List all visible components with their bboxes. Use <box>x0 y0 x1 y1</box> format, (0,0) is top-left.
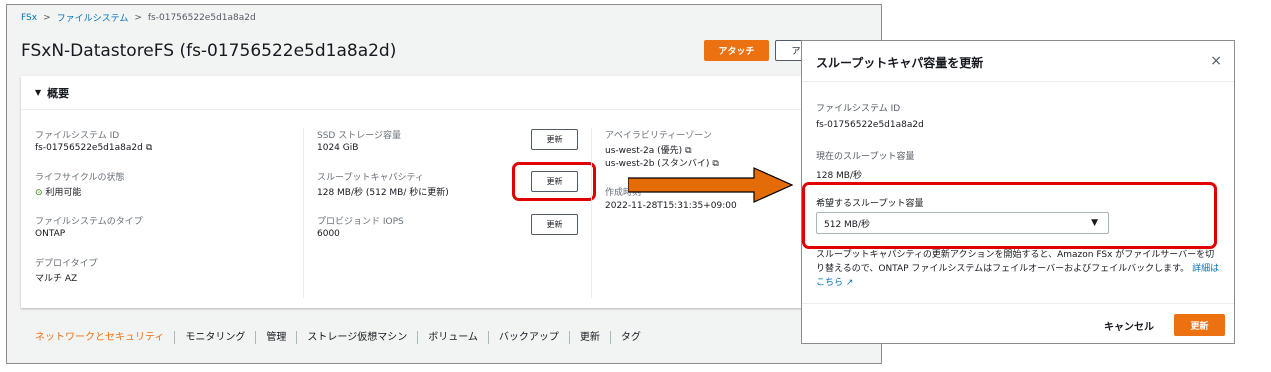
breadcrumb: FSx > ファイルシステム > fs-01756522e5d1a8a2d <box>21 11 256 25</box>
modal-title: スループットキャパ容量を更新 <box>816 56 984 70</box>
update-button[interactable]: 更新 <box>1174 314 1225 336</box>
throughput-label: スループットキャパシティ <box>317 173 424 183</box>
breadcrumb-current: fs-01756522e5d1a8a2d <box>147 12 256 23</box>
page-title: FSxN-DatastoreFS (fs-01756522e5d1a8a2d) <box>21 41 397 61</box>
cancel-button[interactable]: キャンセル <box>1104 318 1154 333</box>
tab-updates[interactable]: 更新 <box>570 331 611 344</box>
modal-fs-id-label: ファイルシステム ID <box>816 104 901 114</box>
highlight-box <box>802 182 1217 249</box>
close-icon[interactable]: × <box>1210 53 1222 69</box>
az-primary: us-west-2a (優先) ⧉ <box>605 146 692 156</box>
column-divider <box>591 128 592 298</box>
summary-header[interactable]: ▼ 概要 <box>21 76 869 110</box>
modal-divider <box>802 81 1234 82</box>
column-divider <box>303 128 304 298</box>
deploy-type-label: デプロイタイプ <box>35 259 98 269</box>
breadcrumb-fsx-link[interactable]: FSx <box>21 13 37 23</box>
fs-id-label: ファイルシステム ID <box>35 131 120 141</box>
az-label: アベイラビリティーゾーン <box>605 131 712 141</box>
update-storage-button[interactable]: 更新 <box>531 129 578 150</box>
check-circle-icon: ⊙ <box>35 188 43 198</box>
summary-heading: 概要 <box>47 86 70 100</box>
tab-monitoring[interactable]: モニタリング <box>175 331 257 344</box>
tab-backups[interactable]: バックアップ <box>489 331 570 344</box>
detail-tabs: ネットワークとセキュリティ モニタリング 管理 ストレージ仮想マシン ボリューム… <box>35 331 651 344</box>
update-iops-button[interactable]: 更新 <box>531 214 578 235</box>
throughput-value: 128 MB/秒 (512 MB/ 秒に更新) <box>317 188 449 198</box>
collapse-caret-icon: ▼ <box>35 88 42 97</box>
ssd-storage-label: SSD ストレージ容量 <box>317 131 402 141</box>
fs-id-value: fs-01756522e5d1a8a2d ⧉ <box>35 143 153 153</box>
current-throughput-value: 128 MB/秒 <box>816 171 863 181</box>
external-link-icon: ↗ <box>845 278 854 288</box>
tab-volumes[interactable]: ボリューム <box>418 331 489 344</box>
copy-icon[interactable]: ⧉ <box>146 143 152 153</box>
breadcrumb-filesystems-link[interactable]: ファイルシステム <box>57 11 129 24</box>
highlight-box <box>512 162 596 201</box>
arrow-right-icon <box>628 167 794 203</box>
current-throughput-label: 現在のスループット容量 <box>816 152 915 162</box>
breadcrumb-separator: > <box>43 12 51 23</box>
modal-fs-id-value: fs-01756522e5d1a8a2d <box>816 120 924 130</box>
tab-network-security[interactable]: ネットワークとセキュリティ <box>35 331 176 344</box>
tab-administration[interactable]: 管理 <box>256 331 298 344</box>
fs-type-value: ONTAP <box>35 229 66 239</box>
ssd-storage-value: 1024 GiB <box>317 143 359 153</box>
deploy-type-value: マルチ AZ <box>35 274 78 284</box>
update-throughput-modal: スループットキャパ容量を更新 × ファイルシステム ID fs-01756522… <box>801 40 1235 344</box>
lifecycle-status: ⊙ 利用可能 <box>35 188 82 198</box>
modal-divider <box>802 303 1234 304</box>
failover-note: スループットキャパシティの更新アクションを開始すると、Amazon FSx がフ… <box>816 250 1220 288</box>
copy-icon[interactable]: ⧉ <box>685 146 691 156</box>
tab-tags[interactable]: タグ <box>611 331 651 344</box>
breadcrumb-separator: > <box>134 12 142 23</box>
iops-label: プロビジョンド IOPS <box>317 217 404 227</box>
attach-button[interactable]: アタッチ <box>704 40 769 61</box>
lifecycle-label: ライフサイクルの状態 <box>35 173 125 183</box>
fs-type-label: ファイルシステムのタイプ <box>35 217 143 227</box>
iops-value: 6000 <box>317 229 340 239</box>
tab-storage-vms[interactable]: ストレージ仮想マシン <box>297 331 419 344</box>
